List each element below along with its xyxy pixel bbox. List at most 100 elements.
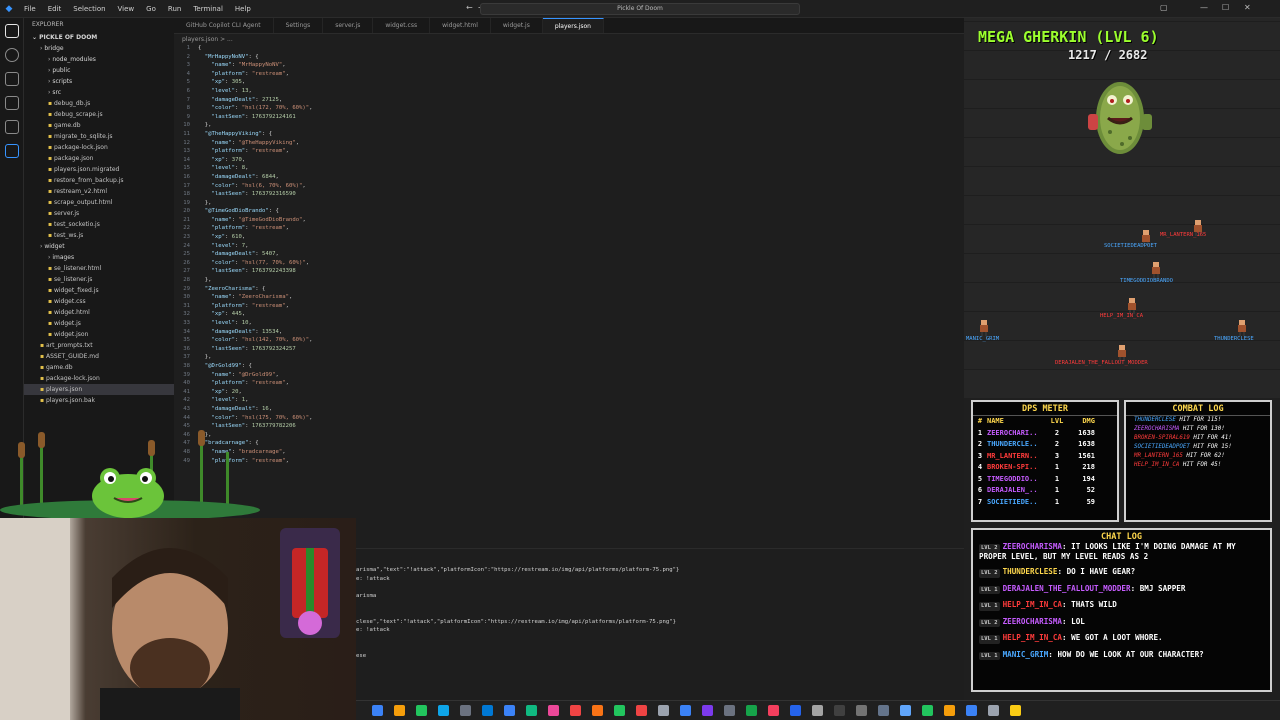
explorer-file[interactable]: ▪ debug_db.js (24, 98, 174, 109)
explorer-file[interactable]: ▪ ASSET_GUIDE.md (24, 351, 174, 362)
taskbar-app-icon[interactable] (371, 705, 383, 716)
explorer-file[interactable]: ▪ players.json.bak (24, 395, 174, 406)
taskbar-app-icon[interactable] (569, 705, 581, 716)
explorer-file[interactable]: ▪ game.db (24, 362, 174, 373)
taskbar-app-icon[interactable] (877, 705, 889, 716)
explorer-folder[interactable]: › public (24, 65, 174, 76)
taskbar-app-icon[interactable] (921, 705, 933, 716)
search-icon[interactable] (5, 48, 19, 62)
taskbar-app-icon[interactable] (415, 705, 427, 716)
maximize-icon[interactable]: ☐ (1222, 3, 1229, 12)
explorer-file[interactable]: ▪ players.json (24, 384, 174, 395)
taskbar-app-icon[interactable] (591, 705, 603, 716)
explorer-file[interactable]: ▪ widget.json (24, 329, 174, 340)
taskbar-app-icon[interactable] (459, 705, 471, 716)
copilot-icon[interactable] (5, 144, 19, 158)
explorer-folder[interactable]: › widget (24, 241, 174, 252)
explorer-item-label: widget.css (53, 298, 86, 305)
tab-widget-css[interactable]: widget.css (373, 18, 431, 33)
taskbar-app-icon[interactable] (613, 705, 625, 716)
code-line: 20 "@TimeGodDioBrando": { (174, 207, 964, 216)
tab-github-copilot-cli-agent[interactable]: GitHub Copilot CLI Agent (174, 18, 274, 33)
menu-item-selection[interactable]: Selection (67, 5, 111, 13)
taskbar-app-icon[interactable] (547, 705, 559, 716)
taskbar-app-icon[interactable] (503, 705, 515, 716)
explorer-icon[interactable] (5, 24, 19, 38)
taskbar-app-icon[interactable] (899, 705, 911, 716)
explorer-file[interactable]: ▪ art_prompts.txt (24, 340, 174, 351)
explorer-file[interactable]: ▪ game.db (24, 120, 174, 131)
explorer-file[interactable]: ▪ test_ws.js (24, 230, 174, 241)
tab-settings[interactable]: Settings (274, 18, 324, 33)
layout-icon[interactable]: ▢ (1160, 3, 1168, 12)
taskbar-app-icon[interactable] (723, 705, 735, 716)
menu-item-view[interactable]: View (112, 5, 141, 13)
explorer-folder[interactable]: › images (24, 252, 174, 263)
explorer-file[interactable]: ▪ widget_fixed.js (24, 285, 174, 296)
taskbar-app-icon[interactable] (679, 705, 691, 716)
explorer-file[interactable]: ▪ restore_from_backup.js (24, 175, 174, 186)
taskbar-app-icon[interactable] (745, 705, 757, 716)
tab-widget-html[interactable]: widget.html (430, 18, 491, 33)
taskbar-app-icon[interactable] (1009, 705, 1021, 716)
explorer-file[interactable]: ▪ players.json.migrated (24, 164, 174, 175)
explorer-folder[interactable]: › node_modules (24, 54, 174, 65)
tab-players-json[interactable]: players.json (542, 18, 604, 33)
terminal-panel[interactable]: arisma","text":"!attack","platformIcon":… (356, 548, 964, 698)
menu-item-terminal[interactable]: Terminal (187, 5, 229, 13)
extensions-icon[interactable] (5, 120, 19, 134)
explorer-file[interactable]: ▪ widget.js (24, 318, 174, 329)
taskbar-app-icon[interactable] (855, 705, 867, 716)
taskbar-app-icon[interactable] (635, 705, 647, 716)
nav-back-icon[interactable]: ← (466, 3, 473, 12)
menu-item-go[interactable]: Go (140, 5, 162, 13)
menu-item-run[interactable]: Run (162, 5, 187, 13)
explorer-file[interactable]: ▪ package-lock.json (24, 373, 174, 384)
menu-item-edit[interactable]: Edit (42, 5, 68, 13)
explorer-file[interactable]: ▪ debug_scrape.js (24, 109, 174, 120)
taskbar-app-icon[interactable] (701, 705, 713, 716)
code-text: "lastSeen": 1763792124161 (198, 113, 296, 120)
source-control-icon[interactable] (5, 72, 19, 86)
command-center[interactable]: Pickle Of Doom (480, 3, 800, 15)
taskbar-app-icon[interactable] (943, 705, 955, 716)
explorer-file[interactable]: ▪ migrate_to_sqlite.js (24, 131, 174, 142)
explorer-file[interactable]: ▪ widget.html (24, 307, 174, 318)
taskbar-app-icon[interactable] (437, 705, 449, 716)
code-editor[interactable]: 1{2 "MrHappyNoNV": {3 "name": "MrHappyNo… (174, 44, 964, 544)
explorer-folder[interactable]: › src (24, 87, 174, 98)
menu-item-help[interactable]: Help (229, 5, 257, 13)
explorer-file[interactable]: ▪ server.js (24, 208, 174, 219)
code-text: "@TheHappyViking": { (198, 130, 273, 137)
taskbar-app-icon[interactable] (657, 705, 669, 716)
explorer-folder[interactable]: › bridge (24, 43, 174, 54)
vscode-logo-icon: ◆ (5, 3, 13, 14)
taskbar-app-icon[interactable] (525, 705, 537, 716)
explorer-file[interactable]: ▪ restream_v2.html (24, 186, 174, 197)
explorer-file[interactable]: ▪ widget.css (24, 296, 174, 307)
taskbar-app-icon[interactable] (789, 705, 801, 716)
explorer-file[interactable]: ▪ se_listener.html (24, 263, 174, 274)
close-icon[interactable]: ✕ (1244, 3, 1251, 12)
explorer-file[interactable]: ▪ package.json (24, 153, 174, 164)
explorer-folder[interactable]: › scripts (24, 76, 174, 87)
explorer-file[interactable]: ▪ test_socketio.js (24, 219, 174, 230)
taskbar-app-icon[interactable] (987, 705, 999, 716)
explorer-file[interactable]: ▪ se_listener.js (24, 274, 174, 285)
run-debug-icon[interactable] (5, 96, 19, 110)
taskbar-app-icon[interactable] (833, 705, 845, 716)
taskbar-app-icon[interactable] (767, 705, 779, 716)
tab-widget-js[interactable]: widget.js (491, 18, 543, 33)
taskbar-app-icon[interactable] (481, 705, 493, 716)
minimize-icon[interactable]: — (1200, 3, 1208, 12)
explorer-root[interactable]: ⌄ PICKLE OF DOOM (24, 32, 174, 43)
taskbar-app-icon[interactable] (393, 705, 405, 716)
line-number: 44 (183, 414, 190, 421)
menu-item-file[interactable]: File (18, 5, 42, 13)
explorer-file[interactable]: ▪ scrape_output.html (24, 197, 174, 208)
explorer-file[interactable]: ▪ package-lock.json (24, 142, 174, 153)
tab-server-js[interactable]: server.js (323, 18, 374, 33)
dps-row: 6 DERAJALEN_.. 1 52 (973, 485, 1117, 497)
taskbar-app-icon[interactable] (965, 705, 977, 716)
taskbar-app-icon[interactable] (811, 705, 823, 716)
